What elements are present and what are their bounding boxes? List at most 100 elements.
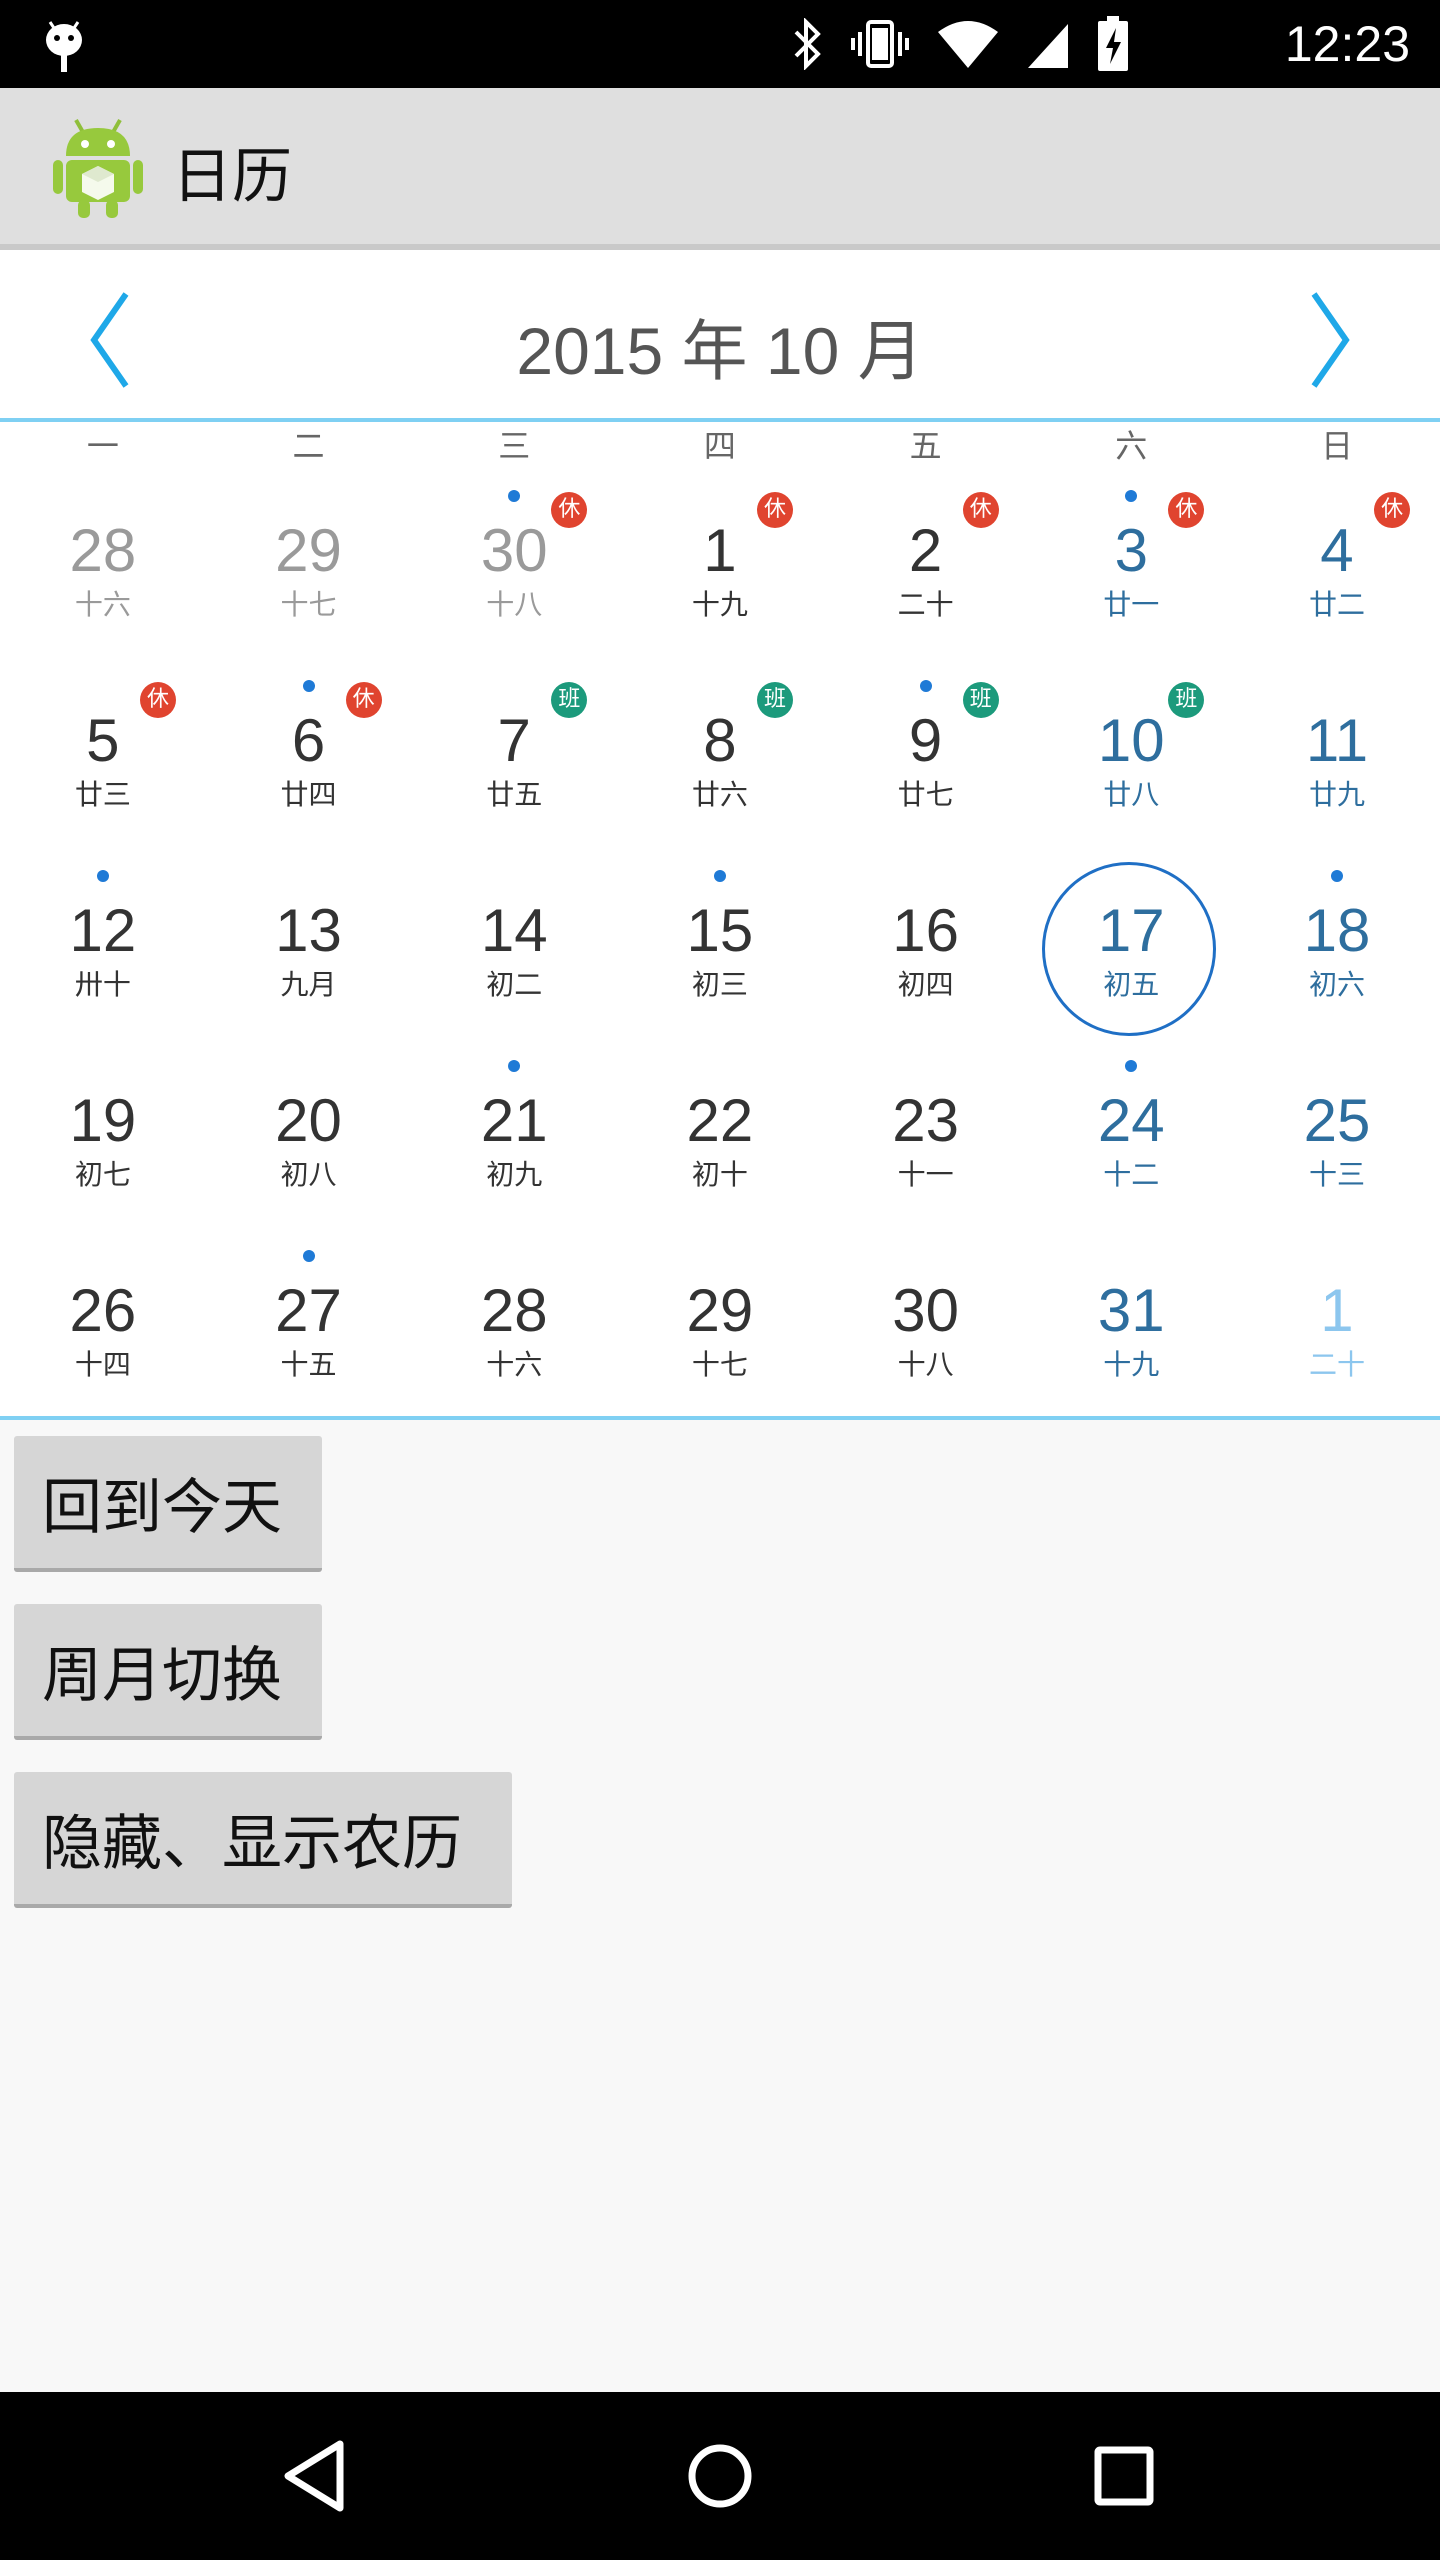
calendar-day-cell[interactable]: 休 3 廿一 bbox=[1028, 470, 1234, 660]
lunar-date: 十五 bbox=[280, 1348, 337, 1381]
lunar-date: 廿六 bbox=[691, 778, 748, 811]
calendar-day-cell[interactable]: 29 十七 bbox=[206, 470, 412, 660]
battery-charging-icon bbox=[1098, 16, 1128, 71]
app-bar: 日历 bbox=[0, 88, 1440, 250]
day-number: 4 bbox=[1320, 517, 1354, 584]
lunar-date: 廿三 bbox=[74, 778, 131, 811]
calendar-day-cell[interactable]: 休 30 十八 bbox=[411, 470, 617, 660]
month-title: 2015 年 10 月 bbox=[516, 314, 924, 388]
day-number: 17 bbox=[1097, 897, 1165, 964]
day-number: 16 bbox=[892, 897, 959, 964]
weekday-label: 二 bbox=[292, 427, 325, 465]
lunar-date: 十四 bbox=[74, 1348, 131, 1381]
calendar-day-cell[interactable]: 11 廿九 bbox=[1234, 660, 1440, 850]
calendar-day-cell[interactable]: 30 十八 bbox=[823, 1230, 1029, 1420]
day-number: 1 bbox=[1320, 1277, 1354, 1344]
lunar-date: 廿二 bbox=[1308, 588, 1365, 621]
calendar-day-cell[interactable]: 23 十一 bbox=[823, 1040, 1029, 1230]
event-dot-icon bbox=[302, 1250, 315, 1262]
day-number: 13 bbox=[275, 897, 342, 964]
lunar-date: 十八 bbox=[486, 588, 543, 621]
event-dot-icon bbox=[508, 490, 521, 502]
day-number: 26 bbox=[69, 1277, 137, 1344]
calendar-day-cell[interactable]: 班 9 廿七 bbox=[823, 660, 1029, 850]
calendar-day-cell[interactable]: 16 初四 bbox=[823, 850, 1029, 1040]
calendar-day-cell[interactable]: 24 十二 bbox=[1028, 1040, 1234, 1230]
calendar-day-cell[interactable]: 休 6 廿四 bbox=[206, 660, 412, 850]
lunar-date: 十七 bbox=[691, 1348, 748, 1381]
calendar-day-cell[interactable]: 21 初九 bbox=[411, 1040, 617, 1230]
lunar-date: 廿八 bbox=[1103, 778, 1160, 811]
day-number: 3 bbox=[1114, 517, 1148, 584]
calendar-day-cell[interactable]: 27 十五 bbox=[206, 1230, 412, 1420]
week-month-toggle-button[interactable]: 周月切换 bbox=[14, 1604, 322, 1740]
calendar-day-cell[interactable]: 休 4 廿二 bbox=[1234, 470, 1440, 660]
calendar-day-cell[interactable]: 17 初五 bbox=[1028, 850, 1234, 1040]
calendar-day-cell[interactable]: 15 初三 bbox=[617, 850, 823, 1040]
event-dot-icon bbox=[302, 680, 315, 692]
weekday-label: 日 bbox=[1320, 427, 1353, 465]
lunar-date: 卅十 bbox=[74, 968, 131, 1001]
recents-icon[interactable] bbox=[1084, 2436, 1164, 2516]
calendar-day-cell[interactable]: 14 初二 bbox=[411, 850, 617, 1040]
calendar-day-cell[interactable]: 28 十六 bbox=[411, 1230, 617, 1420]
calendar-day-cell[interactable]: 休 2 二十 bbox=[823, 470, 1029, 660]
calendar-day-cell[interactable]: 12 卅十 bbox=[0, 850, 206, 1040]
home-icon[interactable] bbox=[680, 2436, 760, 2516]
lunar-date: 廿四 bbox=[280, 778, 337, 811]
lunar-date: 十六 bbox=[486, 1348, 543, 1381]
calendar-day-cell[interactable]: 休 1 十九 bbox=[617, 470, 823, 660]
calendar-day-cell[interactable]: 1 二十 bbox=[1234, 1230, 1440, 1420]
weekday-label: 四 bbox=[703, 427, 736, 465]
day-number: 30 bbox=[892, 1277, 959, 1344]
calendar-week-row: 19 初七 20 初八 21 初九 22 初十 23 十一 24 十二 25 十三 bbox=[0, 1040, 1440, 1230]
month-header: 2015 年 10 月 bbox=[0, 250, 1440, 422]
calendar-day-cell[interactable]: 休 5 廿三 bbox=[0, 660, 206, 850]
calendar-day-cell[interactable]: 20 初八 bbox=[206, 1040, 412, 1230]
calendar-day-cell[interactable]: 26 十四 bbox=[0, 1230, 206, 1420]
today-button[interactable]: 回到今天 bbox=[14, 1436, 322, 1572]
calendar-week-row: 休 5 廿三休 6 廿四班 7 廿五班 8 廿六班 9 廿七班 10 廿八 11 廿九 bbox=[0, 660, 1440, 850]
day-number: 18 bbox=[1303, 897, 1371, 964]
lunar-date: 初七 bbox=[74, 1158, 131, 1191]
calendar-day-cell[interactable]: 13 九月 bbox=[206, 850, 412, 1040]
calendar-day-cell[interactable]: 31 十九 bbox=[1028, 1230, 1234, 1420]
android-app-icon bbox=[53, 119, 143, 218]
calendar-day-cell[interactable]: 18 初六 bbox=[1234, 850, 1440, 1040]
calendar-day-cell[interactable]: 班 8 廿六 bbox=[617, 660, 823, 850]
day-number: 7 bbox=[497, 707, 531, 774]
event-dot-icon bbox=[713, 870, 726, 882]
day-number: 21 bbox=[480, 1087, 548, 1154]
lunar-date: 初三 bbox=[691, 968, 748, 1001]
lunar-toggle-button[interactable]: 隐藏、显示农历 bbox=[14, 1772, 512, 1908]
calendar-day-cell[interactable]: 班 7 廿五 bbox=[411, 660, 617, 850]
lunar-date: 十二 bbox=[1103, 1158, 1160, 1191]
day-number: 23 bbox=[892, 1087, 959, 1154]
lunar-date: 初四 bbox=[897, 968, 954, 1001]
lunar-date: 廿一 bbox=[1103, 588, 1160, 621]
lunar-date: 二十 bbox=[897, 588, 954, 621]
calendar-day-cell[interactable]: 28 十六 bbox=[0, 470, 206, 660]
app-title: 日历 bbox=[172, 142, 292, 212]
calendar-day-cell[interactable]: 班 10 廿八 bbox=[1028, 660, 1234, 850]
calendar-day-cell[interactable]: 22 初十 bbox=[617, 1040, 823, 1230]
calendar-day-cell[interactable]: 19 初七 bbox=[0, 1040, 206, 1230]
day-number: 28 bbox=[69, 517, 137, 584]
day-number: 6 bbox=[291, 707, 326, 774]
event-dot-icon bbox=[1125, 490, 1138, 502]
lunar-date: 十三 bbox=[1308, 1158, 1365, 1191]
lunar-date: 十一 bbox=[897, 1158, 954, 1191]
event-dot-icon bbox=[508, 1060, 521, 1072]
day-number: 22 bbox=[686, 1087, 754, 1154]
back-icon[interactable] bbox=[276, 2436, 356, 2516]
calendar-day-cell[interactable]: 29 十七 bbox=[617, 1230, 823, 1420]
weekday-label: 一 bbox=[86, 427, 119, 465]
wifi-icon bbox=[938, 21, 998, 68]
calendar-day-cell[interactable]: 25 十三 bbox=[1234, 1040, 1440, 1230]
day-number: 8 bbox=[703, 707, 737, 774]
android-notification-icon bbox=[46, 21, 82, 72]
next-month-icon[interactable] bbox=[1298, 290, 1358, 390]
lunar-date: 廿五 bbox=[486, 778, 543, 811]
event-dot-icon bbox=[1125, 1060, 1138, 1072]
day-number: 31 bbox=[1097, 1277, 1165, 1344]
